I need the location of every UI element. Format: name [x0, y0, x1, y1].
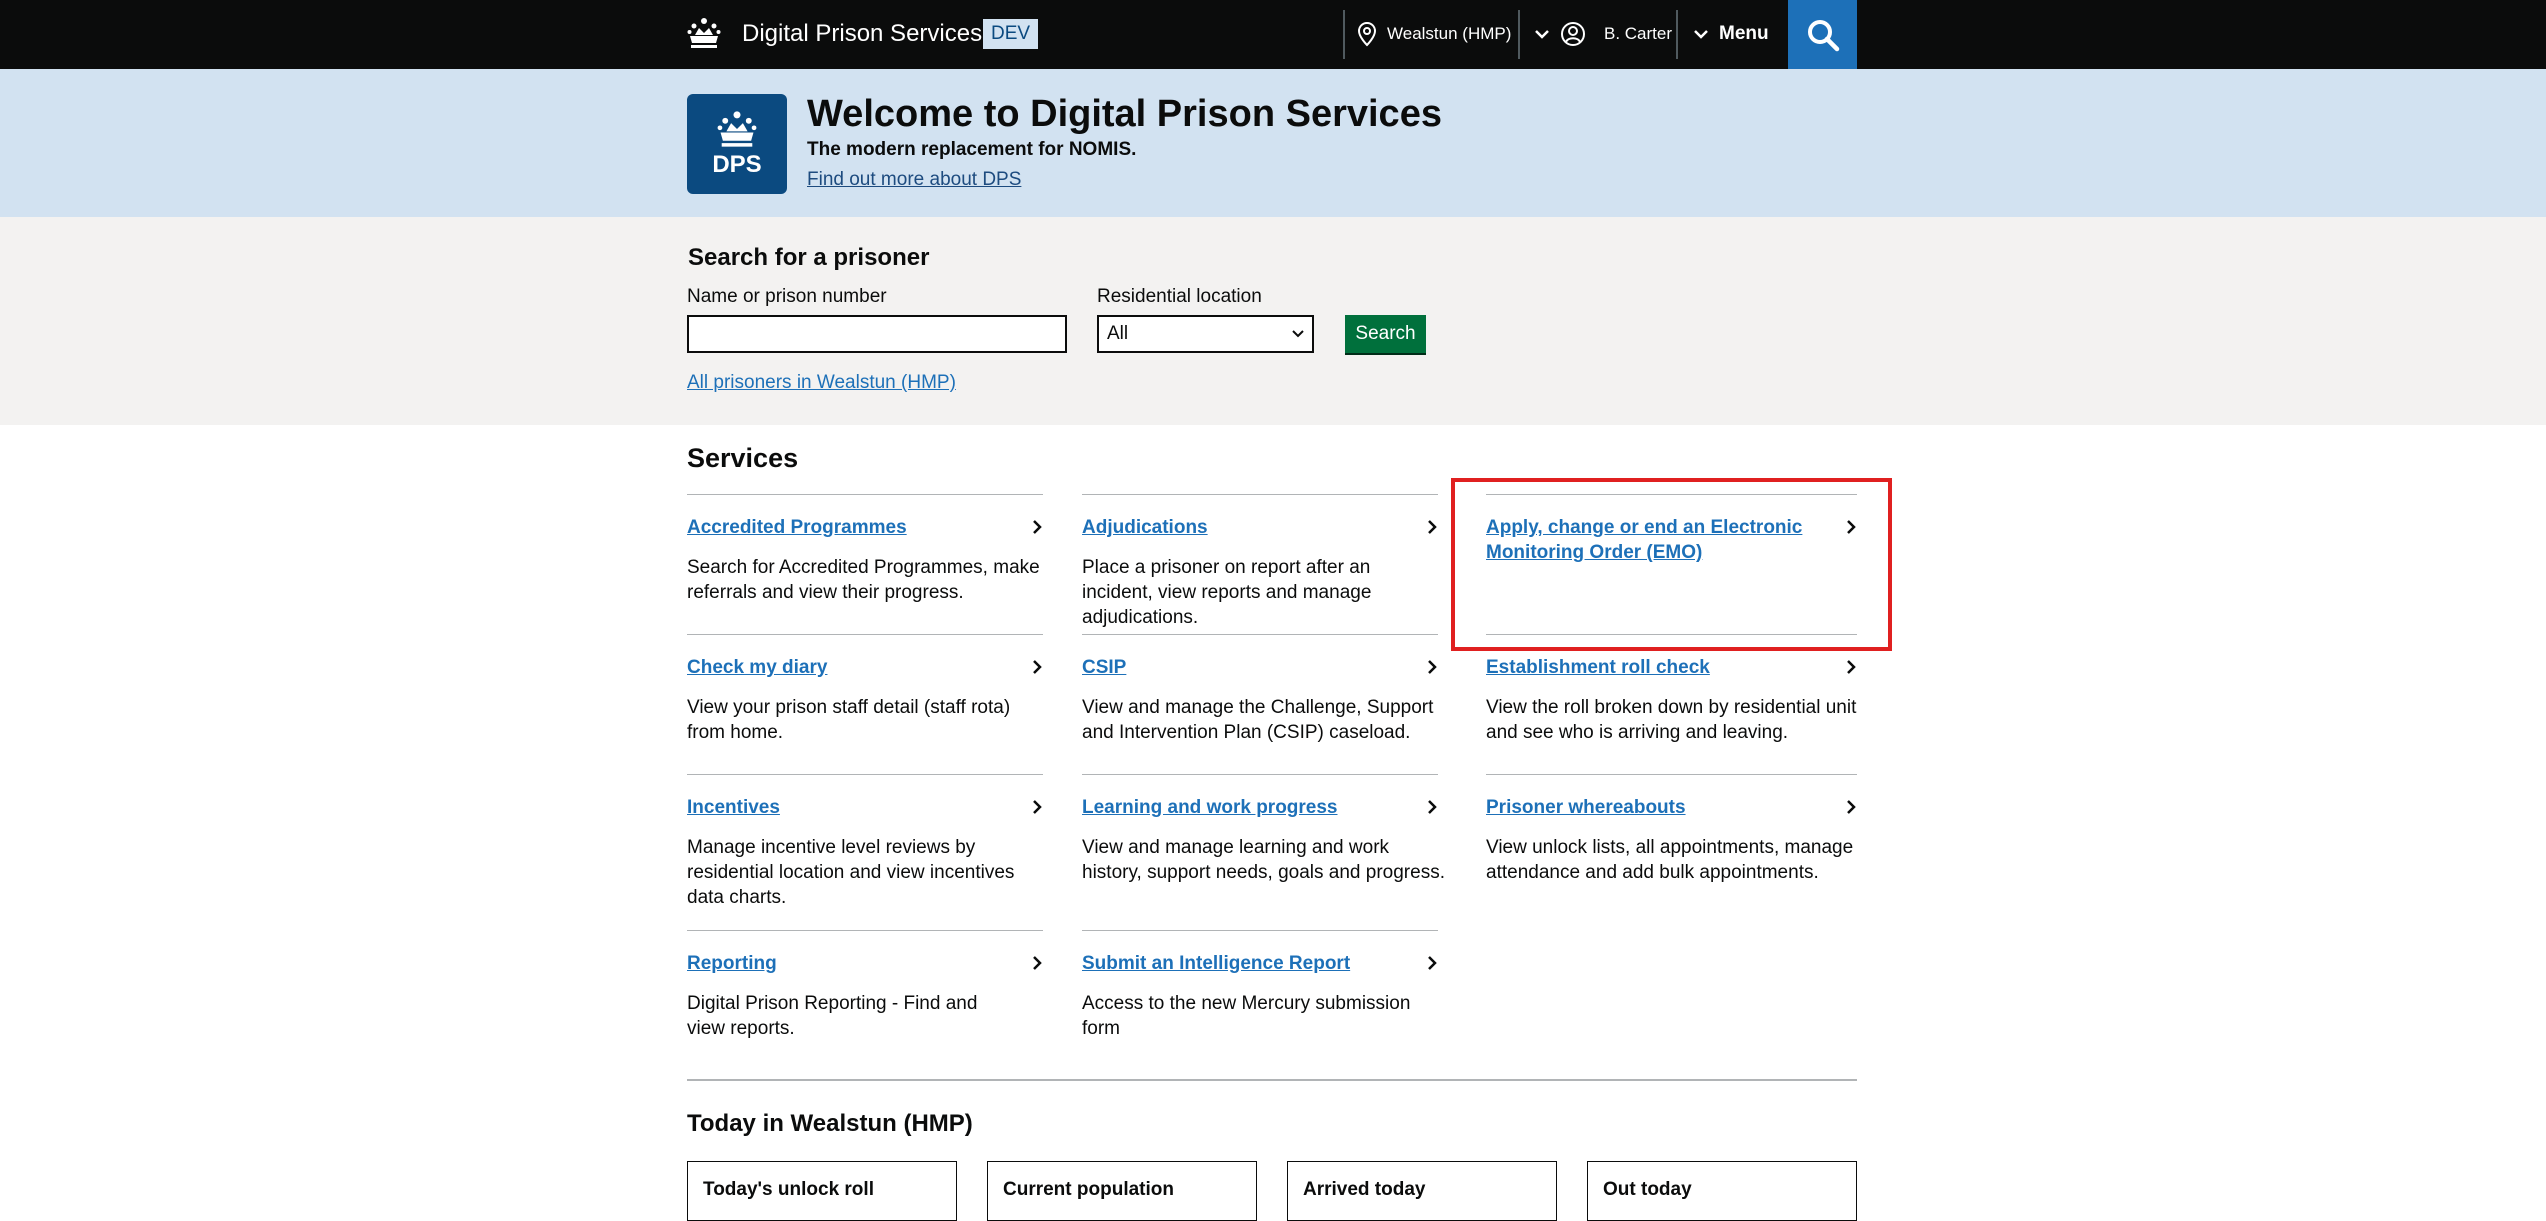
service-card[interactable]: Reporting Digital Prison Reporting - Fin… — [687, 930, 1043, 1071]
service-link[interactable]: Incentives — [687, 795, 1007, 820]
environment-tag: DEV — [983, 19, 1039, 49]
location-select-value: All — [1107, 323, 1129, 344]
location-label: Residential location — [1097, 286, 1262, 307]
service-link[interactable]: Establishment roll check — [1486, 655, 1806, 680]
page-title: Welcome to Digital Prison Services — [807, 93, 1442, 135]
today-card-label: Out today — [1603, 1179, 1692, 1200]
location-select[interactable]: All — [1097, 315, 1314, 353]
chevron-right-icon — [1033, 660, 1042, 674]
today-card-label: Current population — [1003, 1179, 1174, 1200]
today-card[interactable]: Current population — [987, 1161, 1257, 1221]
site-header: Digital Prison Services DEV Wealstun (HM… — [0, 0, 2546, 69]
chevron-right-icon — [1428, 956, 1437, 970]
location-switcher[interactable]: Wealstun (HMP) — [1357, 18, 1511, 50]
user-icon — [1561, 22, 1585, 46]
service-card[interactable]: Accredited Programmes Search for Accredi… — [687, 494, 1043, 635]
app-title[interactable]: Digital Prison Services — [742, 18, 982, 50]
header-search-button[interactable] — [1788, 0, 1857, 69]
today-title: Today in Wealstun (HMP) — [687, 1110, 973, 1137]
service-description: View and manage the Challenge, Support a… — [1082, 697, 1434, 743]
service-description: View your prison staff detail (staff rot… — [687, 697, 1011, 743]
dps-logo: DPS — [687, 94, 787, 194]
menu-label: Menu — [1719, 23, 1769, 44]
service-description: Access to the new Mercury submission for… — [1082, 993, 1411, 1039]
service-link[interactable]: Submit an Intelligence Report — [1082, 951, 1402, 976]
today-card-label: Today's unlock roll — [703, 1179, 874, 1200]
service-card[interactable]: Prisoner whereabouts View unlock lists, … — [1486, 774, 1857, 915]
header-divider — [1343, 10, 1345, 59]
service-link[interactable]: Learning and work progress — [1082, 795, 1402, 820]
service-description: View and manage learning and work histor… — [1082, 837, 1445, 883]
services-title: Services — [687, 443, 799, 473]
search-button[interactable]: Search — [1345, 315, 1426, 353]
service-card[interactable]: Check my diary View your prison staff de… — [687, 634, 1043, 775]
service-link[interactable]: Accredited Programmes — [687, 515, 1007, 540]
service-link[interactable]: Reporting — [687, 951, 1007, 976]
page-subtitle: The modern replacement for NOMIS. — [807, 139, 1137, 160]
service-link[interactable]: Check my diary — [687, 655, 1007, 680]
prisoner-search-panel: Search for a prisoner Name or prison num… — [0, 217, 2546, 425]
service-description: View unlock lists, all appointments, man… — [1486, 837, 1854, 883]
chevron-down-icon — [1292, 330, 1304, 338]
service-description: Place a prisoner on report after an inci… — [1082, 557, 1372, 628]
chevron-down-icon — [1535, 30, 1549, 39]
today-card-label: Arrived today — [1303, 1179, 1426, 1200]
service-description: Digital Prison Reporting - Find and view… — [687, 993, 978, 1039]
chevron-right-icon — [1847, 800, 1856, 814]
chevron-right-icon — [1428, 520, 1437, 534]
crown-icon[interactable] — [687, 16, 721, 50]
search-icon — [1807, 19, 1839, 51]
today-card[interactable]: Arrived today — [1287, 1161, 1557, 1221]
service-card[interactable]: Establishment roll check View the roll b… — [1486, 634, 1857, 775]
today-card[interactable]: Today's unlock roll — [687, 1161, 957, 1221]
dps-logo-text: DPS — [712, 151, 762, 178]
highlight-box — [1451, 478, 1892, 651]
chevron-right-icon — [1033, 520, 1042, 534]
find-out-more-link[interactable]: Find out more about DPS — [807, 167, 1021, 193]
service-description: View the roll broken down by residential… — [1486, 697, 1857, 743]
name-label: Name or prison number — [687, 286, 887, 307]
service-link[interactable]: CSIP — [1082, 655, 1402, 680]
service-card[interactable]: Adjudications Place a prisoner on report… — [1082, 494, 1438, 635]
service-card[interactable]: Submit an Intelligence Report Access to … — [1082, 930, 1438, 1071]
location-pin-icon — [1357, 21, 1377, 47]
service-description: Search for Accredited Programmes, make r… — [687, 557, 1040, 603]
today-card[interactable]: Out today — [1587, 1161, 1857, 1221]
service-link[interactable]: Prisoner whereabouts — [1486, 795, 1806, 820]
user-name: B. Carter — [1604, 24, 1673, 43]
crown-icon — [717, 111, 757, 147]
chevron-right-icon — [1428, 660, 1437, 674]
service-description: Manage incentive level reviews by reside… — [687, 837, 1015, 908]
service-link[interactable]: Adjudications — [1082, 515, 1402, 540]
chevron-right-icon — [1033, 800, 1042, 814]
header-divider — [1518, 10, 1520, 59]
user-menu[interactable]: B. Carter — [1534, 18, 1672, 50]
service-card[interactable]: Learning and work progress View and mana… — [1082, 774, 1445, 915]
chevron-down-icon — [1694, 30, 1708, 39]
all-prisoners-link[interactable]: All prisoners in Wealstun (HMP) — [687, 370, 956, 396]
service-card[interactable]: CSIP View and manage the Challenge, Supp… — [1082, 634, 1438, 775]
location-label: Wealstun (HMP) — [1387, 24, 1512, 43]
chevron-right-icon — [1847, 660, 1856, 674]
chevron-right-icon — [1428, 800, 1437, 814]
search-title: Search for a prisoner — [688, 244, 930, 271]
section-divider — [687, 1079, 1857, 1081]
name-input[interactable] — [687, 315, 1067, 353]
chevron-right-icon — [1033, 956, 1042, 970]
menu-toggle[interactable]: Menu — [1693, 18, 1769, 50]
header-divider — [1676, 10, 1678, 59]
welcome-banner: DPS Welcome to Digital Prison Services T… — [0, 69, 2546, 217]
service-card[interactable]: Incentives Manage incentive level review… — [687, 774, 1043, 931]
